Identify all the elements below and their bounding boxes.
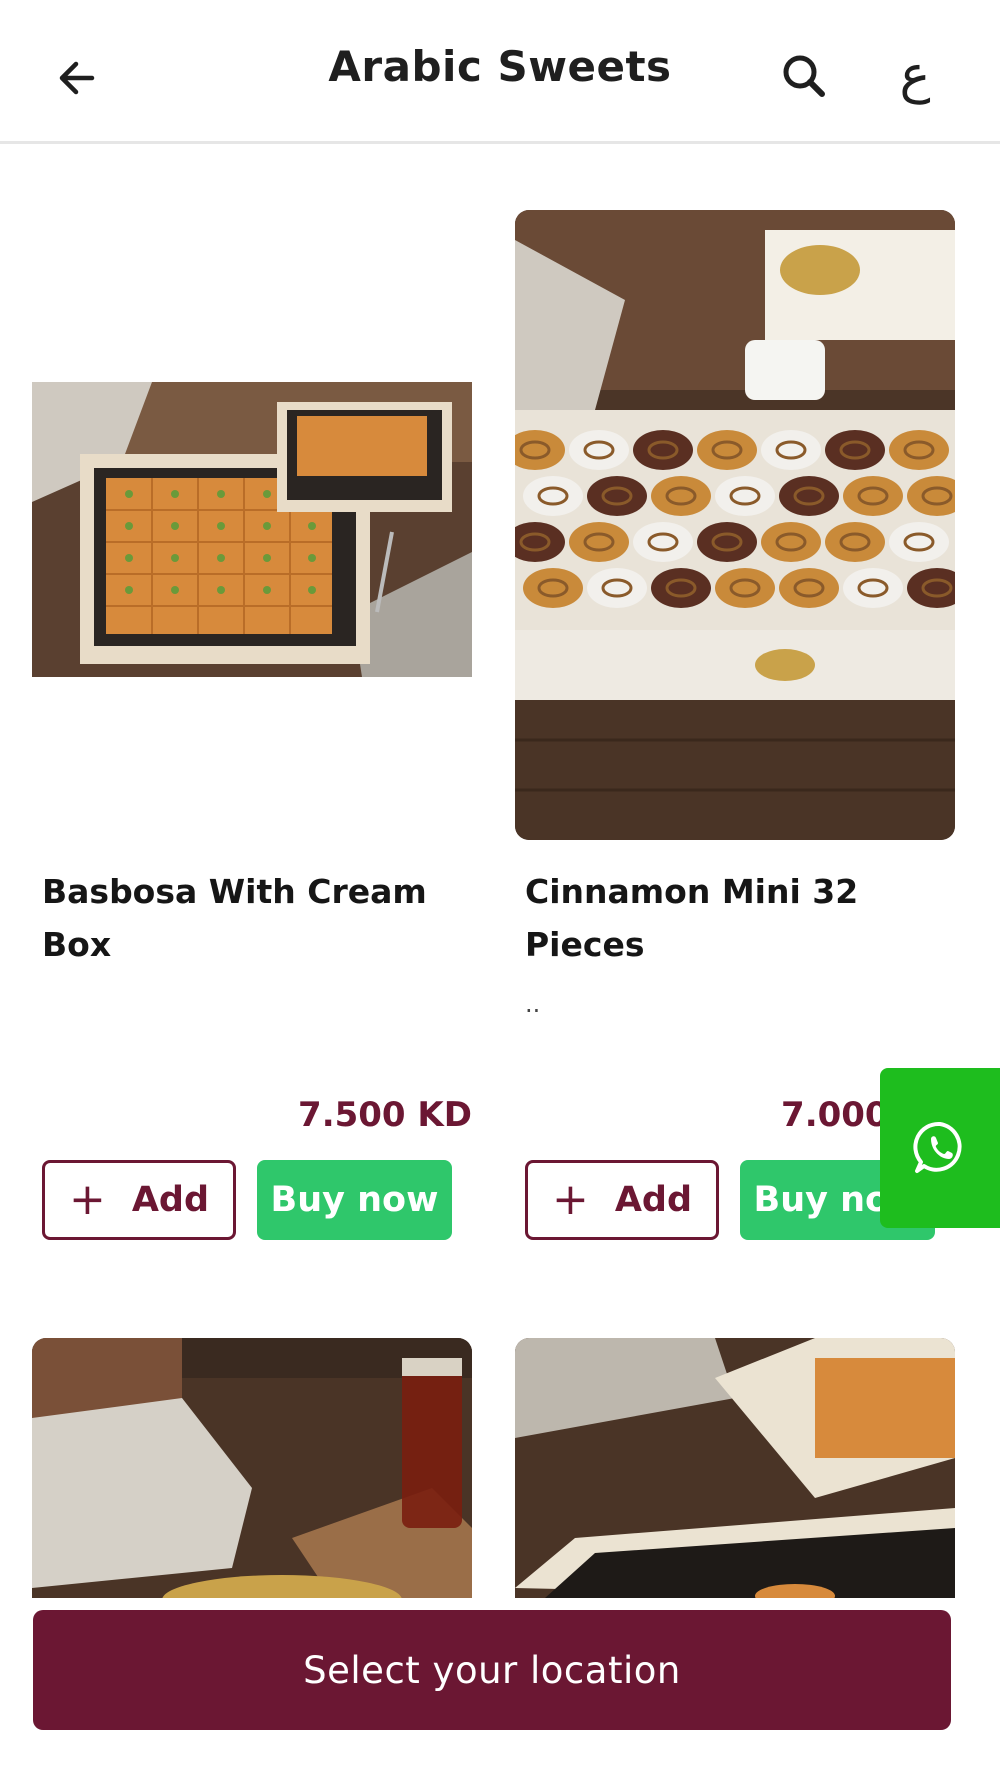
app-header: Arabic Sweets ع — [0, 0, 1000, 144]
product-image[interactable] — [32, 1338, 472, 1598]
whatsapp-button[interactable] — [880, 1068, 1000, 1228]
buy-now-button[interactable]: Buy now — [257, 1160, 452, 1240]
product-image[interactable] — [515, 1338, 955, 1598]
select-location-button[interactable]: Select your location — [33, 1610, 951, 1730]
product-description: .. — [525, 990, 541, 1018]
add-button-label: Add — [614, 1180, 693, 1220]
search-icon[interactable] — [778, 50, 834, 106]
add-to-cart-button[interactable]: + Add — [525, 1160, 719, 1240]
language-toggle[interactable]: ع — [880, 40, 950, 110]
product-image[interactable] — [32, 382, 472, 677]
plus-icon: + — [551, 1174, 589, 1225]
product-card[interactable] — [32, 1338, 472, 1598]
add-to-cart-button[interactable]: + Add — [42, 1160, 236, 1240]
product-price: 7.500 KD — [298, 1095, 472, 1135]
product-image[interactable] — [515, 210, 955, 840]
product-name[interactable]: Cinnamon Mini 32 Pieces — [525, 865, 955, 971]
product-card[interactable]: Basbosa With Cream Box 7.500 KD + Add Bu… — [32, 210, 472, 1240]
whatsapp-icon — [913, 1121, 962, 1173]
page-title: Arabic Sweets — [328, 42, 672, 91]
plus-icon: + — [68, 1174, 106, 1225]
add-button-label: Add — [131, 1180, 210, 1220]
product-name[interactable]: Basbosa With Cream Box — [42, 865, 472, 971]
product-card[interactable] — [515, 1338, 955, 1598]
